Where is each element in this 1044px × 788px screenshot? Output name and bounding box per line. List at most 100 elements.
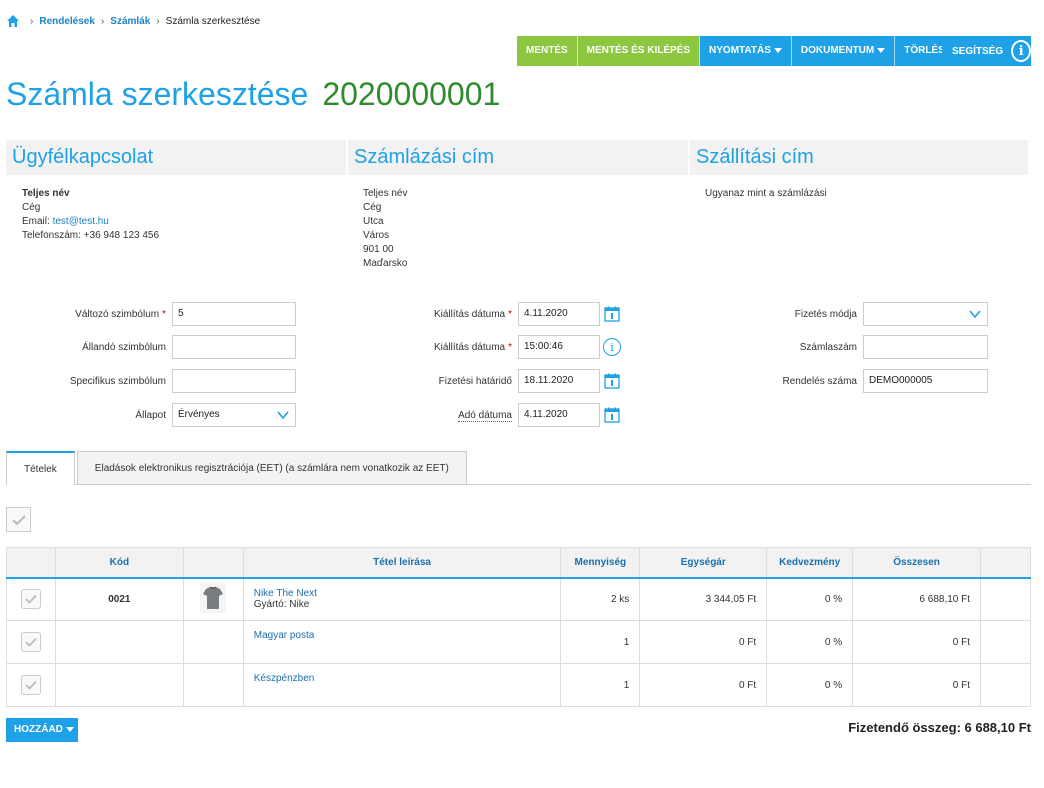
row-checkbox[interactable] [20, 675, 41, 695]
item-image-cell [182, 663, 244, 707]
table-header-row: Kód Tétel leírása Mennyiség Egységár Ked… [6, 547, 1031, 579]
select-all-checkbox[interactable] [6, 507, 31, 532]
item-unit-price: 3 344,05 Ft [639, 577, 768, 621]
home-icon[interactable] [6, 14, 20, 28]
item-code [54, 663, 184, 707]
add-item-label: HOZZÁAD [14, 724, 63, 735]
item-name[interactable]: Magyar posta [254, 630, 561, 641]
item-code[interactable]: 0021 [54, 577, 184, 621]
check-icon [25, 595, 37, 605]
check-icon [25, 637, 37, 647]
header-desc[interactable]: Tétel leírása [242, 547, 562, 579]
info-icon: i [1011, 40, 1031, 62]
help-label: SEGÍTSÉG [952, 45, 1004, 57]
item-total: 0 Ft [852, 620, 982, 664]
row-select-cell [6, 577, 56, 621]
breadcrumb-orders[interactable]: Rendelések [39, 16, 95, 27]
check-icon [11, 514, 26, 525]
account-number-label: Számlaszám [799, 341, 857, 353]
variable-symbol-input[interactable]: 5 [172, 302, 296, 326]
specific-symbol-row: Specifikus szimbólum [6, 369, 296, 393]
due-date-input[interactable]: 18.11.2020 [518, 369, 600, 393]
info-icon[interactable]: i [603, 338, 621, 356]
tax-date-input[interactable]: 4.11.2020 [518, 403, 600, 427]
table-row: Készpénzben 1 0 Ft 0 % 0 Ft [6, 663, 1031, 707]
row-checkbox[interactable] [20, 632, 41, 652]
required-mark: * [162, 308, 166, 320]
calendar-icon[interactable] [604, 407, 620, 423]
item-name[interactable]: Nike The Next [254, 588, 561, 599]
email-link[interactable]: test@test.hu [53, 216, 109, 227]
email-label: Email: [22, 216, 50, 227]
header-code[interactable]: Kód [54, 547, 184, 579]
billing-line: Utca [363, 216, 384, 227]
issue-date-label-text: Kiállítás dátuma [433, 308, 506, 320]
row-checkbox[interactable] [20, 589, 41, 610]
table-row: Magyar posta 1 0 Ft 0 % 0 Ft [6, 620, 1031, 664]
status-select[interactable]: Érvényes [172, 403, 296, 427]
header-total[interactable]: Összesen [852, 547, 982, 579]
specific-symbol-input[interactable] [172, 369, 296, 393]
item-desc-cell: Készpénzben [242, 663, 562, 707]
row-select-cell [6, 620, 56, 664]
breadcrumb: › Rendelések › Számlák › Számla szerkesz… [6, 14, 260, 28]
item-discount: 0 % [766, 620, 854, 664]
item-actions [980, 577, 1031, 621]
item-qty: 1 [560, 663, 641, 707]
caret-down-icon [773, 47, 782, 53]
payment-method-label: Fizetés módja [794, 308, 857, 320]
variable-symbol-row: Változó szimbólum * 5 [6, 302, 296, 326]
document-dropdown[interactable]: DOKUMENTUM [791, 36, 896, 66]
specific-symbol-label: Specifikus szimbólum [69, 375, 166, 387]
header-actions [980, 547, 1031, 579]
tshirt-thumbnail[interactable] [200, 582, 227, 613]
due-date-row: Fizetési határidő 18.11.2020 [350, 369, 620, 393]
header-qty[interactable]: Mennyiség [560, 547, 641, 579]
tax-date-label-text[interactable]: Adó dátuma [458, 409, 512, 422]
order-number-label: Rendelés száma [782, 375, 857, 387]
tax-date-row: Adó dátuma 4.11.2020 [350, 403, 620, 427]
help-button[interactable]: SEGÍTSÉG i [942, 36, 1031, 66]
contact-phone: Telefonszám: +36 948 123 456 [22, 230, 160, 241]
toolbar: MENTÉS MENTÉS ÉS KILÉPÉS NYOMTATÁS DOKUM… [517, 36, 955, 66]
due-date-label: Fizetési határidő [438, 375, 512, 387]
item-discount: 0 % [766, 577, 854, 621]
header-discount[interactable]: Kedvezmény [766, 547, 854, 579]
print-label: NYOMTATÁS [709, 45, 771, 56]
billing-line: 901 00 [363, 244, 394, 255]
add-item-dropdown[interactable]: HOZZÁAD [6, 718, 78, 742]
item-image-cell [182, 620, 244, 664]
save-exit-button[interactable]: MENTÉS ÉS KILÉPÉS [577, 36, 701, 66]
print-dropdown[interactable]: NYOMTATÁS [700, 36, 792, 66]
billing-line: Teljes név [363, 188, 408, 199]
items-table: Kód Tétel leírása Mennyiség Egységár Ked… [6, 547, 1031, 707]
account-number-input[interactable] [863, 335, 988, 359]
order-number-input[interactable]: DEMO000005 [863, 369, 988, 393]
contact-details: Teljes név Cég Email: test@test.hu Telef… [22, 187, 159, 243]
item-name[interactable]: Készpénzben [254, 673, 561, 684]
calendar-icon[interactable] [604, 306, 620, 322]
breadcrumb-invoices[interactable]: Számlák [110, 16, 150, 27]
header-unit-price[interactable]: Egységár [639, 547, 768, 579]
required-mark: * [508, 341, 512, 353]
issue-date-row: Kiállítás dátuma * 4.11.2020 [350, 302, 620, 326]
tab-items[interactable]: Tételek [6, 451, 75, 485]
contact-header: Ügyfélkapcsolat [6, 140, 346, 175]
save-button[interactable]: MENTÉS [517, 36, 578, 66]
issue-time-input[interactable]: 15:00:46 [518, 335, 600, 359]
payment-method-select[interactable] [863, 302, 988, 326]
status-row: Állapot Érvényes [6, 403, 296, 427]
chevron-right-icon: › [100, 15, 105, 27]
tab-eet[interactable]: Eladások elektronikus regisztrációja (EE… [76, 451, 467, 484]
billing-line: Maďarsko [363, 258, 408, 269]
shipping-text: Ugyanaz mint a számlázási [705, 188, 827, 199]
issue-time-label: Kiállítás dátuma * [350, 342, 512, 353]
contact-company: Cég [22, 202, 41, 213]
item-image-cell [182, 577, 244, 621]
calendar-icon[interactable] [604, 373, 620, 389]
table-row: 0021 Nike The Next Gyártó: Nike 2 ks 3 3… [6, 577, 1031, 621]
item-total: 0 Ft [852, 663, 982, 707]
issue-date-input[interactable]: 4.11.2020 [518, 302, 600, 326]
constant-symbol-input[interactable] [172, 335, 296, 359]
chevron-right-icon: › [156, 15, 160, 27]
